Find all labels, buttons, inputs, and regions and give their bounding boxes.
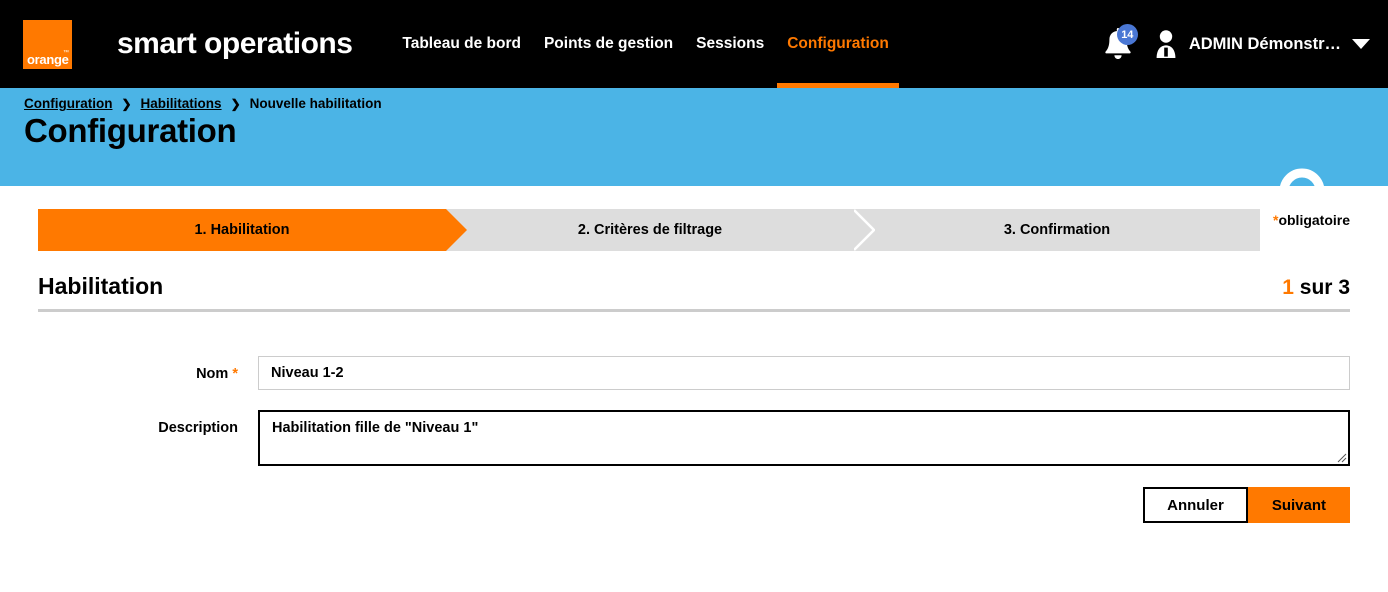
breadcrumb-item-current: Nouvelle habilitation [249,96,382,111]
cancel-button[interactable]: Annuler [1143,487,1248,523]
nav-item-configuration[interactable]: Configuration [777,0,899,88]
main-content: 1. Habilitation 2. Critères de filtrage … [0,209,1388,523]
chevron-down-icon[interactable] [1352,39,1370,49]
step-counter-current: 1 [1282,276,1294,299]
wizard-stepper: 1. Habilitation 2. Critères de filtrage … [38,209,1260,251]
wizard-step-1-habilitation[interactable]: 1. Habilitation [38,209,467,251]
breadcrumb-separator-icon: ❯ [121,96,132,111]
user-menu[interactable]: ADMIN Démonstr… [1153,28,1370,60]
main-navigation: Tableau de bord Points de gestion Sessio… [401,0,899,88]
nav-item-sessions[interactable]: Sessions [695,0,765,88]
nom-input[interactable] [258,356,1350,390]
nom-label-text: Nom [196,366,229,382]
wizard-step-2-label: 2. Critères de filtrage [577,222,723,238]
breadcrumb-item-habilitations[interactable]: Habilitations [141,96,222,111]
step-arrow-icon [446,209,467,251]
header-right-tools: 14 ADMIN Démonstr… [1101,0,1370,88]
wizard-step-3-label: 3. Confirmation [1003,222,1111,238]
required-field-note: *obligatoire [1273,212,1350,228]
required-note-label: obligatoire [1278,212,1351,228]
habilitation-form: Nom * Description Annuler Suivant [38,356,1350,523]
wizard-step-1-label: 1. Habilitation [194,222,290,238]
breadcrumb: Configuration ❯ Habilitations ❯ Nouvelle… [24,96,382,111]
section-header: Habilitation 1 sur 3 [38,273,1350,312]
page-banner: Configuration ❯ Habilitations ❯ Nouvelle… [0,88,1388,186]
wizard-stepper-row: 1. Habilitation 2. Critères de filtrage … [38,209,1350,251]
notification-count-badge: 14 [1116,24,1138,45]
notifications-button[interactable]: 14 [1101,24,1138,64]
next-button[interactable]: Suivant [1247,487,1350,523]
breadcrumb-item-configuration[interactable]: Configuration [24,96,112,111]
description-label: Description [158,420,238,436]
app-brand-title: smart operations [117,27,353,60]
nom-label: Nom * [38,356,258,382]
top-header-bar: orange ™ smart operations Tableau de bor… [0,0,1388,88]
wizard-step-2-criteres-de-filtrage[interactable]: 2. Critères de filtrage [446,209,875,251]
nav-item-tableau-de-bord[interactable]: Tableau de bord [401,0,522,88]
required-star-icon: * [232,366,238,382]
username-label: ADMIN Démonstr… [1188,34,1341,53]
page-title: Configuration [24,112,237,149]
step-counter-total: sur 3 [1293,276,1350,299]
step-counter: 1 sur 3 [1282,276,1350,300]
user-avatar-icon [1156,30,1176,58]
form-row-description: Description [38,410,1350,466]
nav-item-points-de-gestion[interactable]: Points de gestion [543,0,674,88]
trademark-icon: ™ [63,49,69,56]
description-textarea[interactable] [258,410,1350,466]
step-arrow-icon [854,209,875,251]
orange-logo[interactable]: orange ™ [23,19,72,69]
description-textarea-wrap [258,410,1350,466]
wizard-step-3-confirmation[interactable]: 3. Confirmation [854,209,1260,251]
form-actions: Annuler Suivant [38,487,1350,523]
form-row-nom: Nom * [38,356,1350,390]
section-title: Habilitation [38,273,164,299]
breadcrumb-separator-icon: ❯ [230,96,241,111]
